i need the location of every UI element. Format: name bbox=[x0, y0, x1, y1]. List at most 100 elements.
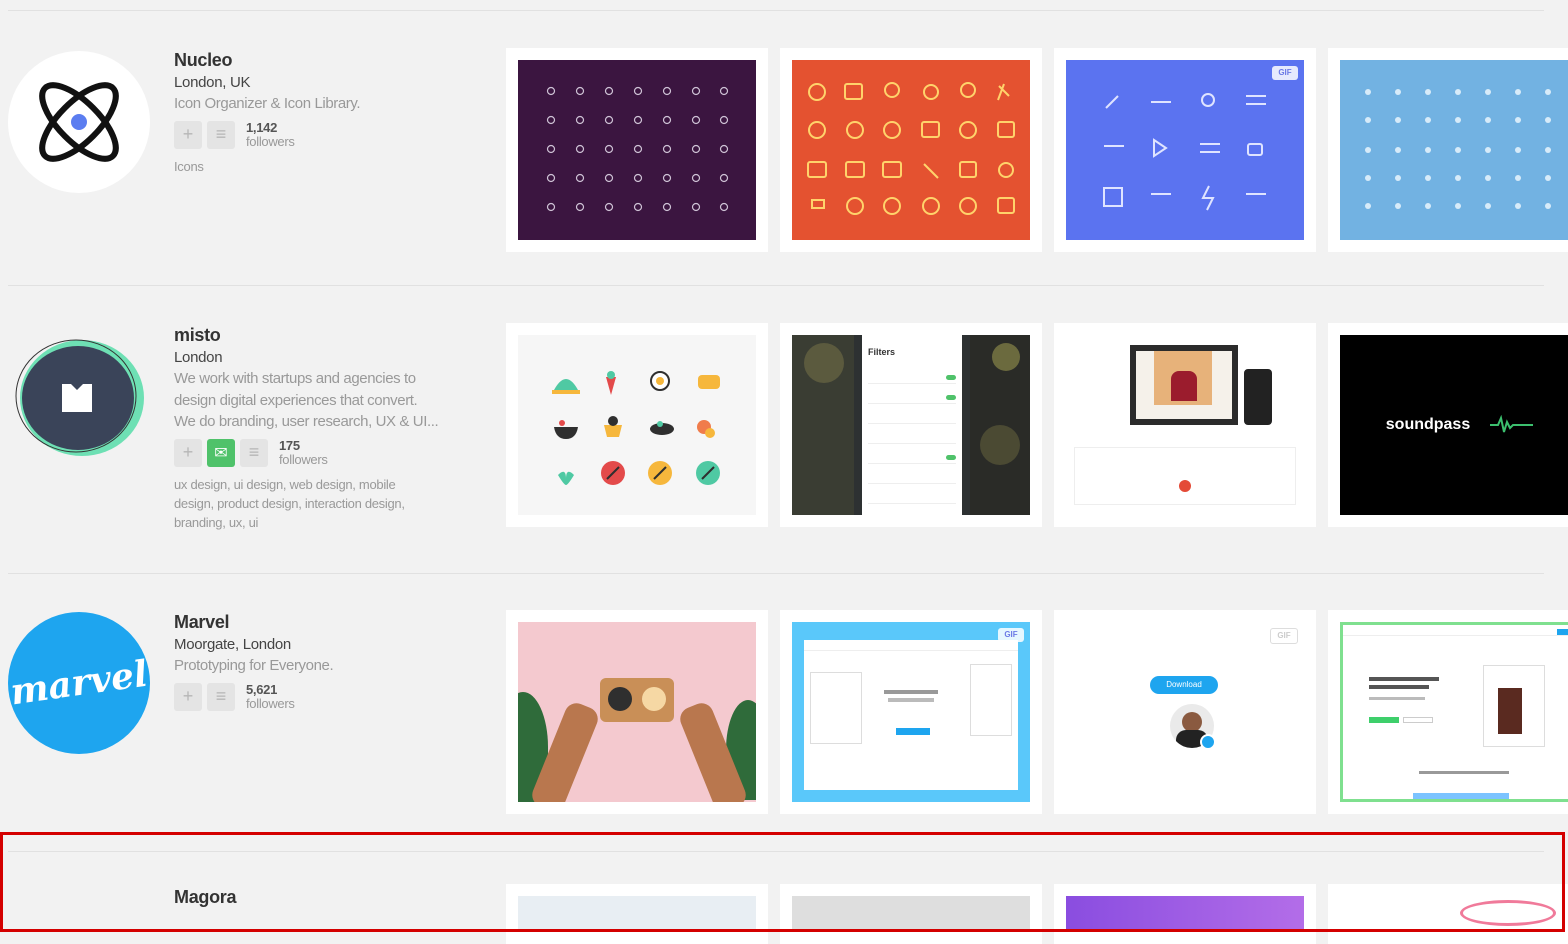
shot-thumbnail[interactable] bbox=[506, 323, 768, 527]
shot-thumbnail[interactable] bbox=[506, 48, 768, 252]
shot-thumbnail[interactable] bbox=[1054, 323, 1316, 527]
misto-logo-icon bbox=[15, 339, 144, 456]
followers-label: followers bbox=[246, 133, 295, 149]
followers-number: 1,142 bbox=[246, 119, 278, 135]
follow-button[interactable]: + bbox=[174, 120, 202, 149]
plus-icon: + bbox=[182, 124, 194, 144]
filters-app-preview: Filters bbox=[792, 335, 1030, 515]
icon-outlines-graphic bbox=[807, 82, 1015, 215]
waveform-icon bbox=[1490, 415, 1533, 433]
list-icon: ≡ bbox=[248, 442, 260, 462]
website-mockup-preview: GIF bbox=[792, 622, 1030, 802]
decor-blob bbox=[804, 343, 844, 383]
designer-description: Prototyping for Everyone. bbox=[174, 657, 334, 674]
tags-line: design, product design, interaction desi… bbox=[174, 495, 405, 511]
filters-panel: Filters bbox=[862, 335, 962, 515]
top-divider bbox=[8, 10, 1544, 11]
filters-title: Filters bbox=[868, 347, 896, 357]
frame bbox=[1130, 345, 1238, 425]
shot-thumbnail[interactable] bbox=[506, 610, 768, 814]
shot-thumbnail[interactable]: GIF bbox=[780, 610, 1042, 814]
icon-grid-preview bbox=[518, 60, 756, 240]
highlight-box bbox=[0, 832, 1565, 932]
designer-location: London, UK bbox=[174, 74, 251, 91]
form-block bbox=[1074, 447, 1296, 505]
followers-number: 175 bbox=[279, 437, 300, 453]
followers-count[interactable]: 175 followers bbox=[279, 437, 328, 467]
decor-blob bbox=[992, 343, 1020, 371]
filter-rows bbox=[868, 373, 956, 513]
list-icon: ≡ bbox=[215, 124, 227, 144]
shot-thumbnail[interactable]: Filters bbox=[780, 323, 1042, 527]
row-divider bbox=[8, 285, 1544, 286]
landing-page-preview bbox=[1340, 622, 1568, 802]
followers-number: 5,621 bbox=[246, 681, 278, 697]
designer-actions: + ✉ ≡ 175 followers bbox=[174, 437, 474, 467]
soundpass-preview: soundpass bbox=[1340, 335, 1568, 515]
designer-location: London bbox=[174, 349, 223, 366]
icon-grid-preview: GIF bbox=[1066, 60, 1304, 240]
designer-actions: + ≡ 1,142 followers bbox=[174, 119, 474, 149]
shot-thumbnail[interactable]: soundpass bbox=[1328, 323, 1568, 527]
icon-dots-graphic bbox=[546, 86, 729, 212]
add-to-list-button[interactable]: ≡ bbox=[240, 438, 268, 467]
decor-blob bbox=[980, 425, 1020, 465]
shot-thumbnail[interactable] bbox=[1328, 610, 1568, 814]
tags-line: branding, ux, ui bbox=[174, 514, 259, 530]
follow-button[interactable]: + bbox=[174, 682, 202, 711]
browser-window bbox=[804, 640, 1018, 790]
vr-viewer-preview bbox=[518, 622, 756, 802]
shot-thumbnail[interactable]: GIF Download bbox=[1054, 610, 1316, 814]
atom-logo-icon bbox=[39, 82, 119, 162]
mail-icon: ✉ bbox=[214, 444, 228, 462]
viewer bbox=[600, 678, 674, 722]
avatar-nucleo[interactable] bbox=[8, 51, 150, 193]
phone bbox=[1244, 369, 1272, 425]
download-label: Download bbox=[1166, 680, 1202, 689]
right-phone-bg bbox=[970, 335, 1030, 515]
ui-icons-graphic bbox=[1103, 93, 1266, 211]
avatar-misto[interactable] bbox=[8, 326, 150, 468]
plus-icon: + bbox=[182, 686, 194, 706]
download-button-preview: GIF Download bbox=[1066, 622, 1304, 802]
shot-thumbnail[interactable] bbox=[780, 48, 1042, 252]
row-divider bbox=[8, 573, 1544, 574]
add-to-list-button[interactable]: ≡ bbox=[207, 682, 235, 711]
soundpass-logo: soundpass bbox=[1385, 416, 1471, 433]
message-button[interactable]: ✉ bbox=[207, 438, 235, 467]
add-to-list-button[interactable]: ≡ bbox=[207, 120, 235, 149]
designer-tags: ux design, ui design, web design, mobile… bbox=[174, 475, 474, 532]
icon-grid-preview bbox=[1340, 60, 1568, 240]
food-icons-graphic bbox=[552, 371, 720, 485]
shot-thumbnail[interactable] bbox=[1328, 48, 1568, 252]
framed-photo-preview bbox=[1066, 335, 1304, 515]
avatar-marvel[interactable]: marvel bbox=[8, 612, 150, 754]
follow-button[interactable]: + bbox=[174, 438, 202, 467]
download-pill: Download bbox=[1150, 676, 1218, 694]
food-icons-preview bbox=[518, 335, 756, 515]
designer-description: Icon Organizer & Icon Library. bbox=[174, 95, 361, 112]
left-phone-bg bbox=[792, 335, 854, 515]
followers-count[interactable]: 1,142 followers bbox=[246, 119, 295, 149]
designer-description-line: We do branding, user research, UX & UI..… bbox=[174, 413, 439, 430]
followers-label: followers bbox=[246, 695, 295, 711]
designer-description-line: We work with startups and agencies to bbox=[174, 370, 416, 387]
designer-name[interactable]: misto bbox=[174, 324, 474, 346]
plus-icon: + bbox=[182, 442, 194, 462]
shot-thumbnail[interactable]: GIF bbox=[1054, 48, 1316, 252]
marvel-logo-text: marvel bbox=[8, 652, 150, 714]
designer-location: Moorgate, London bbox=[174, 636, 291, 653]
list-icon: ≡ bbox=[215, 686, 227, 706]
plus-badge bbox=[1200, 734, 1216, 750]
photo bbox=[1154, 351, 1212, 405]
designer-name[interactable]: Marvel bbox=[174, 611, 474, 633]
light-icons-graphic bbox=[1365, 89, 1551, 209]
gif-badge: GIF bbox=[1270, 628, 1298, 644]
designer-name[interactable]: Nucleo bbox=[174, 49, 474, 71]
tags-line: ux design, ui design, web design, mobile bbox=[174, 476, 396, 492]
designer-tags: Icons bbox=[174, 158, 204, 174]
followers-label: followers bbox=[279, 451, 328, 467]
designer-description-line: design digital experiences that convert. bbox=[174, 391, 418, 409]
icon-grid-preview bbox=[792, 60, 1030, 240]
followers-count[interactable]: 5,621 followers bbox=[246, 681, 295, 711]
